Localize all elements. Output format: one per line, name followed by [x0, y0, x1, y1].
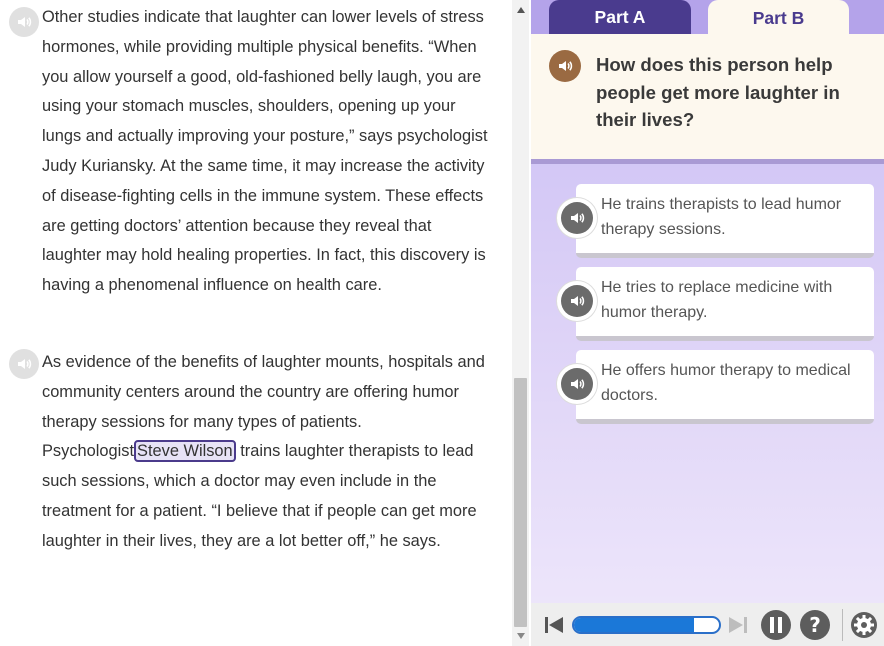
- help-icon[interactable]: ?: [800, 610, 830, 640]
- paragraph-text: Other studies indicate that laughter can…: [42, 8, 488, 295]
- toolbar-divider: [842, 609, 843, 641]
- passage-scrollbar[interactable]: [512, 0, 529, 646]
- speaker-icon-inner: [561, 285, 593, 317]
- gear-icon[interactable]: [849, 610, 879, 640]
- part-tabs: Part A Part B: [531, 0, 884, 36]
- audio-toolbar: ?: [531, 603, 884, 646]
- passage-paragraph-1: Other studies indicate that laughter can…: [0, 3, 500, 301]
- passage-paragraph-2: As evidence of the benefits of laughter …: [0, 348, 500, 557]
- tab-part-a[interactable]: Part A: [549, 0, 691, 34]
- highlighted-name[interactable]: Steve Wilson: [134, 440, 236, 463]
- speaker-icon[interactable]: [557, 281, 597, 321]
- question-pane: Part A Part B How does this person help …: [531, 0, 884, 646]
- speaker-icon[interactable]: [557, 198, 597, 238]
- speaker-icon-inner: [561, 368, 593, 400]
- scroll-thumb[interactable]: [514, 378, 527, 627]
- tab-part-b[interactable]: Part B: [708, 0, 849, 36]
- answer-option-text: He tries to replace medicine with humor …: [601, 279, 833, 321]
- question-box: How does this person help people get mor…: [531, 34, 884, 164]
- paragraph-text: As evidence of the benefits of laughter …: [42, 348, 494, 557]
- speaker-icon[interactable]: [549, 50, 581, 82]
- pause-icon[interactable]: [761, 610, 791, 640]
- question-text: How does this person help people get mor…: [596, 54, 840, 130]
- scroll-up-arrow-icon[interactable]: [512, 0, 529, 20]
- answer-option-1[interactable]: He trains therapists to lead humor thera…: [576, 184, 874, 258]
- speaker-icon[interactable]: [9, 349, 39, 379]
- skip-next-icon[interactable]: [727, 614, 749, 636]
- speaker-icon-inner: [561, 202, 593, 234]
- answer-option-3[interactable]: He offers humor therapy to medical docto…: [576, 350, 874, 424]
- answer-option-2[interactable]: He tries to replace medicine with humor …: [576, 267, 874, 341]
- passage-pane: Other studies indicate that laughter can…: [0, 0, 512, 646]
- speaker-icon[interactable]: [557, 364, 597, 404]
- skip-previous-icon[interactable]: [543, 614, 565, 636]
- answer-option-text: He trains therapists to lead humor thera…: [601, 196, 842, 238]
- audio-progress-bar[interactable]: [572, 616, 721, 634]
- speaker-icon[interactable]: [9, 7, 39, 37]
- answer-option-text: He offers humor therapy to medical docto…: [601, 362, 851, 404]
- audio-progress-fill: [574, 618, 695, 632]
- scroll-down-arrow-icon[interactable]: [512, 626, 529, 646]
